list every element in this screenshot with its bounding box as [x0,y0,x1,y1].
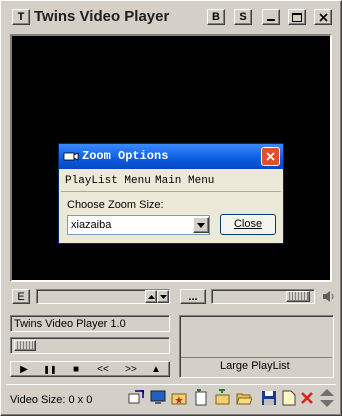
star-folder-icon[interactable] [171,390,187,406]
position-bar[interactable] [10,337,170,354]
zoom-options-dialog: Zoom Options PlayList Menu Main Menu Cho… [58,143,284,244]
window-title: Twins Video Player [34,8,170,25]
dialog-title-bar: Zoom Options [59,144,283,169]
zoom-size-value: xiazaiba [71,219,112,231]
playlist-panel[interactable]: Large PlayList [179,315,334,378]
b-button[interactable]: B [207,9,225,25]
add-folder-icon[interactable] [214,389,230,406]
close-icon [266,152,275,161]
previous-button[interactable]: << [92,361,114,377]
playlist-divider [181,357,332,358]
seek-bar[interactable] [36,289,170,304]
delete-icon[interactable] [300,391,314,405]
large-playlist-label[interactable]: Large PlayList [220,360,290,372]
open-folder-icon[interactable] [236,390,252,406]
volume-slider[interactable] [211,289,315,304]
seek-down-button[interactable] [157,290,169,303]
chevron-up-icon [147,294,155,299]
save-icon[interactable] [261,390,277,406]
close-button-label: Close [233,218,263,230]
track-name-display: Twins Video Player 1.0 [10,315,170,332]
track-name: Twins Video Player 1.0 [14,318,126,330]
status-separator [6,384,336,385]
e-button[interactable]: E [12,289,30,304]
seek-up-button[interactable] [145,290,157,303]
move-up-down-icon[interactable] [319,388,335,408]
chevron-down-icon [159,294,167,299]
close-window-button[interactable] [314,9,332,25]
minimize-button[interactable] [262,9,280,25]
system-menu-button[interactable]: T [12,9,30,25]
next-button[interactable]: >> [120,361,142,377]
maximize-icon [292,12,302,22]
maximize-button[interactable] [288,9,306,25]
dialog-close-button[interactable] [261,147,280,166]
speaker-icon[interactable] [322,290,336,303]
shortcut-icon[interactable] [128,390,144,406]
close-button[interactable]: Close [220,214,276,235]
close-icon [318,12,328,22]
minimize-icon [267,19,275,21]
new-file-icon[interactable] [282,390,296,406]
add-file-icon[interactable] [193,389,209,406]
video-size-status: Video Size: 0 x 0 [10,394,93,406]
pause-button[interactable]: ❚❚ [40,361,60,377]
monitor-icon[interactable] [150,390,166,406]
position-thumb[interactable] [14,340,36,351]
s-button[interactable]: S [234,9,252,25]
camera-icon [63,152,79,161]
zoom-size-dropdown-button[interactable] [193,217,209,233]
volume-slider-thumb[interactable] [286,291,310,302]
stop-button[interactable]: ■ [66,361,86,377]
menu-separator [61,191,281,192]
eject-button[interactable]: ▲ [146,361,166,377]
dialog-title: Zoom Options [82,149,169,163]
main-menu[interactable]: Main Menu [155,175,214,187]
playlist-menu[interactable]: PlayList Menu [65,175,151,187]
play-button[interactable]: ▶ [14,361,34,377]
browse-button[interactable]: ... [180,289,206,304]
zoom-size-select[interactable]: xiazaiba [67,215,210,235]
zoom-size-label: Choose Zoom Size: [67,199,164,211]
chevron-down-icon [197,222,205,228]
